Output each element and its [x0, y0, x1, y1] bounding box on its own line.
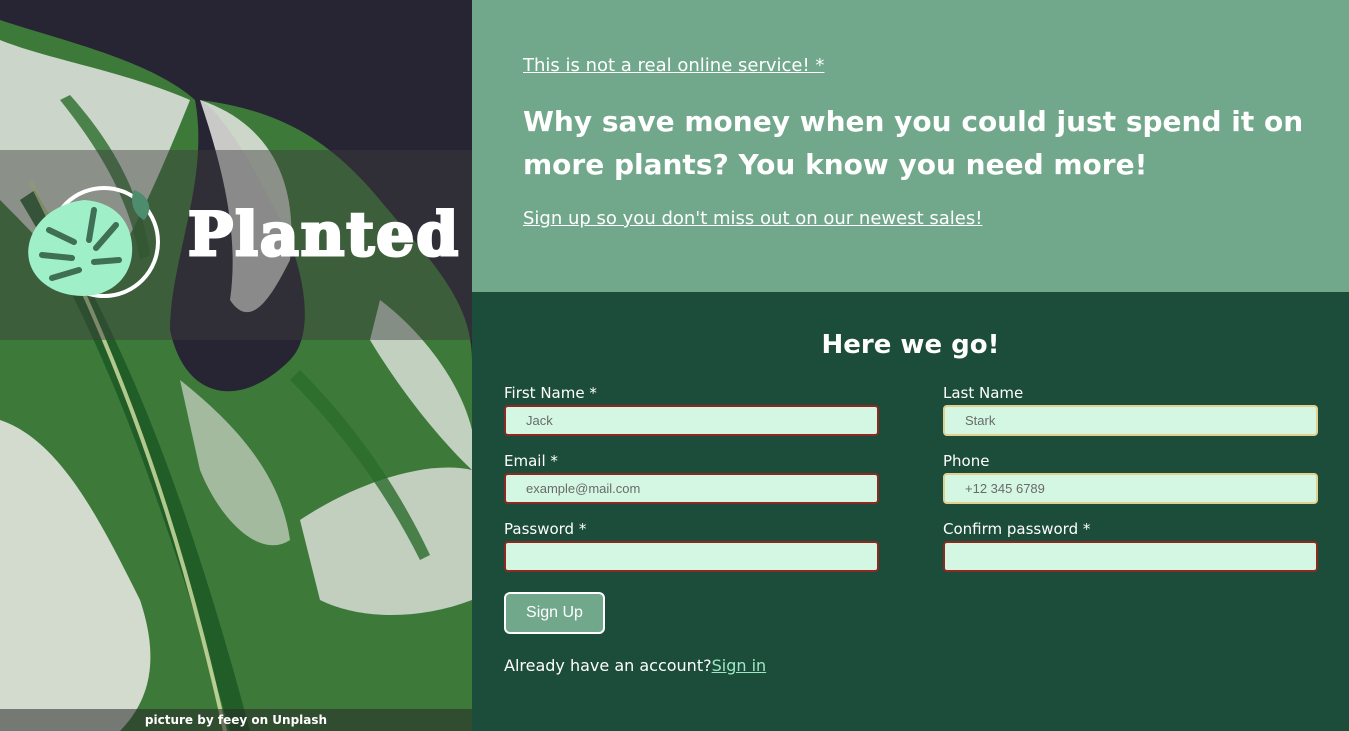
confirm-password-input[interactable] — [943, 541, 1318, 572]
first-name-input[interactable] — [504, 405, 879, 436]
password-label: Password * — [504, 520, 587, 538]
brand-logo-text: Planted — [186, 200, 461, 270]
first-name-label: First Name * — [504, 384, 597, 402]
form-grid: First Name * Last Name Email * Phone Pas — [504, 384, 1318, 572]
signup-tagline-link[interactable]: Sign up so you don't miss out on our new… — [523, 208, 982, 229]
password-input[interactable] — [504, 541, 879, 572]
hero-headline: Why save money when you could just spend… — [523, 105, 1304, 181]
disclaimer-link[interactable]: This is not a real online service! * — [523, 55, 824, 76]
form-title: Here we go! — [821, 330, 1000, 360]
signup-form: First Name * Last Name Email * Phone Pas — [504, 384, 1318, 634]
confirm-password-field: Confirm password * — [943, 520, 1318, 572]
signup-button[interactable]: Sign Up — [504, 592, 605, 634]
first-name-field: First Name * — [504, 384, 879, 436]
signin-prompt: Already have an account?Sign in — [504, 656, 1317, 675]
confirm-password-label: Confirm password * — [943, 520, 1091, 538]
password-field: Password * — [504, 520, 879, 572]
brand-panel: Planted picture by feey on Unplash — [0, 0, 472, 731]
phone-field: Phone — [943, 452, 1318, 504]
main-panel: This is not a real online service! * Why… — [472, 0, 1349, 731]
email-label: Email * — [504, 452, 558, 470]
email-field: Email * — [504, 452, 879, 504]
last-name-field: Last Name — [943, 384, 1318, 436]
monstera-photo — [0, 0, 472, 731]
hero-section: This is not a real online service! * Why… — [472, 0, 1349, 292]
email-input[interactable] — [504, 473, 879, 504]
phone-label: Phone — [943, 452, 990, 470]
signup-form-section: Here we go! First Name * Last Name Email… — [472, 292, 1349, 731]
photo-credit: picture by feey on Unplash — [0, 709, 472, 731]
account-prompt-text: Already have an account? — [504, 656, 712, 675]
signin-link[interactable]: Sign in — [712, 656, 767, 675]
monstera-leaf-icon — [28, 186, 160, 298]
last-name-input[interactable] — [943, 405, 1318, 436]
last-name-label: Last Name — [943, 384, 1024, 402]
phone-input[interactable] — [943, 473, 1318, 504]
